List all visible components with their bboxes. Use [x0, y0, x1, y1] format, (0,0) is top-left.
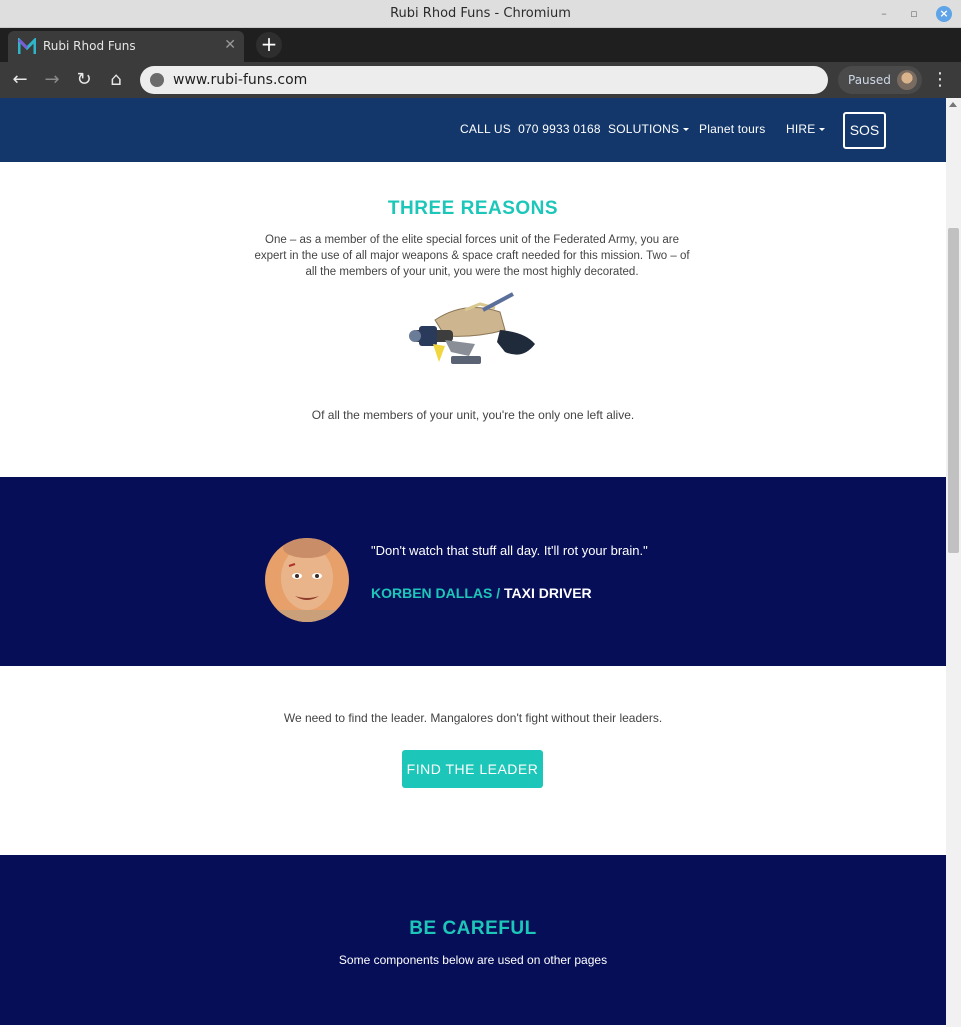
leader-text: We need to find the leader. Mangalores d…	[283, 711, 663, 725]
nav-solutions[interactable]: SOLUTIONS	[608, 122, 690, 136]
be-careful-section: BE CAREFUL Some components below are use…	[0, 855, 946, 1025]
author-role: TAXI DRIVER	[504, 585, 592, 601]
tab-strip: Rubi Rhod Funs ✕ +	[0, 28, 961, 62]
window-title: Rubi Rhod Funs - Chromium	[390, 6, 571, 21]
call-us-label: CALL US	[460, 122, 511, 136]
reload-icon[interactable]: ↻	[72, 68, 96, 92]
nav-planet-tours[interactable]: Planet tours	[699, 122, 765, 136]
scrollbar-thumb[interactable]	[948, 228, 959, 553]
find-leader-button[interactable]: FIND THE LEADER	[402, 750, 543, 788]
new-tab-button[interactable]: +	[256, 32, 282, 58]
browser-menu-icon[interactable]: ⋮	[930, 68, 950, 92]
author-avatar	[265, 538, 349, 622]
nav-hire[interactable]: HIRE	[786, 122, 826, 136]
nav-hire-label: HIRE	[786, 122, 816, 136]
site-navbar: CALL US 070 9933 0168 SOLUTIONS Planet t…	[0, 98, 946, 162]
three-reasons-section: THREE REASONS One – as a member of the e…	[0, 162, 946, 477]
section-heading: THREE REASONS	[387, 198, 559, 219]
find-leader-section: We need to find the leader. Mangalores d…	[0, 666, 946, 855]
browser-toolbar: ← → ↻ ⌂ www.rubi-funs.com Paused ⋮	[0, 62, 961, 98]
careful-subtext: Some components below are used on other …	[338, 953, 608, 967]
quote-text: "Don't watch that stuff all day. It'll r…	[371, 543, 648, 558]
page-scrollbar[interactable]	[946, 98, 961, 1027]
site-info-icon[interactable]	[150, 73, 164, 87]
careful-heading: BE CAREFUL	[409, 918, 537, 939]
chevron-down-icon	[819, 128, 826, 132]
call-us-link[interactable]: CALL US 070 9933 0168	[460, 122, 601, 136]
tab-close-icon[interactable]: ✕	[224, 37, 236, 53]
scroll-up-icon[interactable]	[949, 102, 957, 107]
forward-icon[interactable]: →	[40, 68, 64, 92]
window-titlebar: Rubi Rhod Funs - Chromium – ▫ ×	[0, 0, 961, 28]
tab-title: Rubi Rhod Funs	[43, 39, 136, 53]
restore-icon[interactable]: ▫	[906, 6, 922, 22]
profile-button[interactable]: Paused	[838, 66, 922, 94]
browser-tab[interactable]: Rubi Rhod Funs ✕	[8, 31, 244, 62]
author-name: KORBEN DALLAS	[371, 585, 493, 601]
page-viewport: CALL US 070 9933 0168 SOLUTIONS Planet t…	[0, 98, 946, 1027]
quote-author: KORBEN DALLAS / TAXI DRIVER	[371, 585, 592, 601]
profile-status: Paused	[848, 73, 891, 87]
url-text[interactable]: www.rubi-funs.com	[173, 72, 307, 88]
address-bar[interactable]: www.rubi-funs.com	[140, 66, 828, 94]
section-footnote: Of all the members of your unit, you're …	[311, 408, 635, 422]
home-icon[interactable]: ⌂	[104, 68, 128, 92]
author-separator: /	[492, 585, 505, 601]
site-favicon-icon	[18, 38, 36, 54]
close-window-icon[interactable]: ×	[936, 6, 952, 22]
back-icon[interactable]: ←	[8, 68, 32, 92]
chevron-down-icon	[683, 128, 690, 132]
sos-button[interactable]: SOS	[843, 112, 886, 149]
profile-avatar	[897, 70, 917, 90]
testimonial-section: "Don't watch that stuff all day. It'll r…	[0, 477, 946, 666]
weapon-image	[405, 290, 540, 374]
section-body: One – as a member of the elite special f…	[254, 234, 690, 278]
nav-solutions-label: SOLUTIONS	[608, 122, 680, 136]
minimize-icon[interactable]: –	[876, 6, 892, 22]
phone-number: 070 9933 0168	[518, 122, 601, 136]
